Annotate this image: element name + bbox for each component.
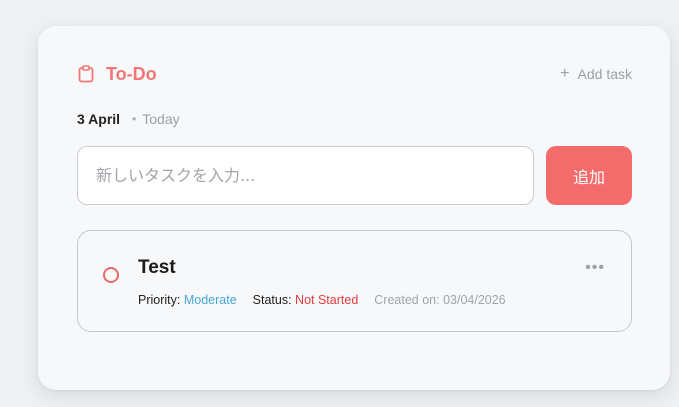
date-row: 3 April • Today — [77, 111, 180, 127]
page-title: To-Do — [106, 63, 157, 84]
add-task-button[interactable]: + Add task — [560, 65, 632, 83]
priority-label: Priority: — [138, 293, 184, 307]
priority-meta: Priority: Moderate — [138, 293, 237, 307]
created-date: Created on: 03/04/2026 — [374, 293, 506, 307]
current-date: 3 April — [77, 111, 121, 127]
more-options-icon[interactable]: ••• — [585, 259, 605, 277]
bullet-dot: • — [132, 112, 137, 126]
task-meta: Priority: Moderate Status: Not Started C… — [138, 293, 506, 307]
new-task-input[interactable] — [77, 146, 534, 205]
task-title: Test — [138, 257, 176, 278]
task-status-circle[interactable] — [103, 267, 119, 283]
add-button[interactable]: 追加 — [546, 146, 632, 205]
plus-icon: + — [560, 65, 570, 82]
todo-card: To-Do + Add task 3 April • Today 追加 Test… — [38, 26, 670, 390]
status-value: Not Started — [295, 293, 359, 307]
task-item[interactable]: Test Priority: Moderate Status: Not Star… — [77, 230, 632, 332]
priority-value: Moderate — [183, 293, 237, 307]
add-task-label: Add task — [577, 66, 632, 82]
title-wrap: To-Do — [78, 64, 157, 85]
clipboard-icon — [78, 65, 94, 83]
status-meta: Status: Not Started — [253, 293, 359, 307]
relative-date: Today — [142, 111, 180, 127]
status-label: Status: — [252, 293, 296, 307]
card-header: To-Do + Add task — [78, 62, 632, 86]
